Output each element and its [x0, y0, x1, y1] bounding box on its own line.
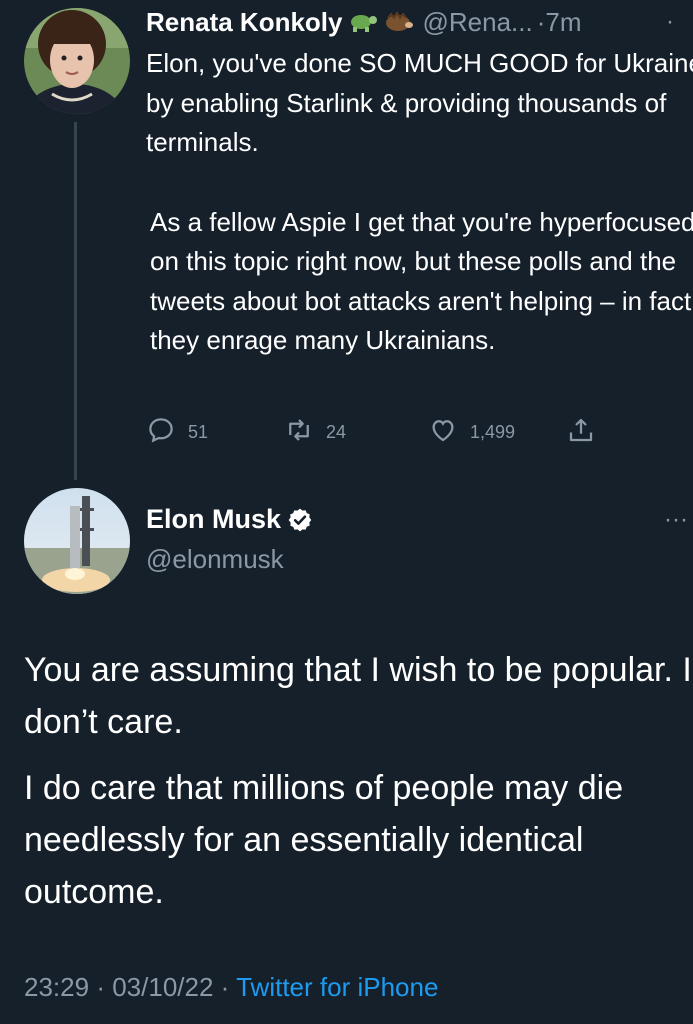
tweet1-time[interactable]: 7m [545, 7, 581, 38]
reply-icon [146, 415, 188, 450]
share-icon [566, 415, 608, 450]
tweet2-metadata: 23:29 · 03/10/22 · Twitter for iPhone [24, 972, 438, 1003]
turtle-emoji-icon [347, 10, 379, 34]
retweet-count: 24 [326, 421, 347, 442]
tweet2-handle[interactable]: @elonmusk [146, 544, 284, 575]
tweet1-paragraph: As a fellow Aspie I get that you're hype… [150, 206, 693, 356]
tweet2-author-name[interactable]: Elon Musk [146, 504, 281, 535]
reply-button[interactable]: 51 [146, 412, 208, 452]
retweet-button[interactable]: 24 [284, 412, 346, 452]
tweet1-author-name[interactable]: Renata Konkoly [146, 7, 343, 38]
like-button[interactable]: 1,499 [428, 412, 515, 452]
more-options-icon[interactable]: ··· [664, 506, 688, 534]
tweet2-body: You are assuming that I wish to be popul… [24, 644, 693, 918]
verified-badge-icon [287, 507, 313, 533]
tweet1-separator: · [536, 6, 546, 37]
tweet1-header: Renata Konkoly @Rena... · 7m [146, 4, 582, 40]
tweet1-action-bar: 51 24 1,499 [146, 412, 606, 452]
heart-icon [428, 415, 470, 450]
share-button[interactable] [566, 412, 608, 452]
tweet1-body: Elon, you've done SO MUCH GOOD for Ukrai… [146, 44, 693, 361]
thread-connector-line [74, 122, 77, 480]
tweet2-date[interactable]: 03/10/22 [112, 972, 213, 1002]
avatar-renata-konkoly[interactable] [24, 8, 130, 114]
meta-separator: · [96, 972, 105, 1002]
tweet2-author: Elon Musk [146, 504, 313, 535]
tweet1-paragraph: Elon, you've done SO MUCH GOOD for Ukrai… [146, 48, 693, 157]
tweet2-paragraph: I do care that millions of people may di… [24, 769, 624, 911]
tweet2-time[interactable]: 23:29 [24, 972, 89, 1002]
tweet2-paragraph: You are assuming that I wish to be popul… [24, 651, 692, 741]
reply-count: 51 [188, 421, 209, 442]
hedgehog-emoji-icon [383, 10, 415, 34]
more-options-icon[interactable]: · [666, 8, 674, 36]
tweet-source-link[interactable]: Twitter for iPhone [236, 972, 438, 1002]
tweet1-handle[interactable]: @Rena... [423, 7, 533, 38]
like-count: 1,499 [470, 421, 516, 442]
meta-separator: · [220, 972, 230, 1002]
retweet-icon [284, 415, 326, 450]
avatar-elon-musk[interactable] [24, 488, 130, 594]
